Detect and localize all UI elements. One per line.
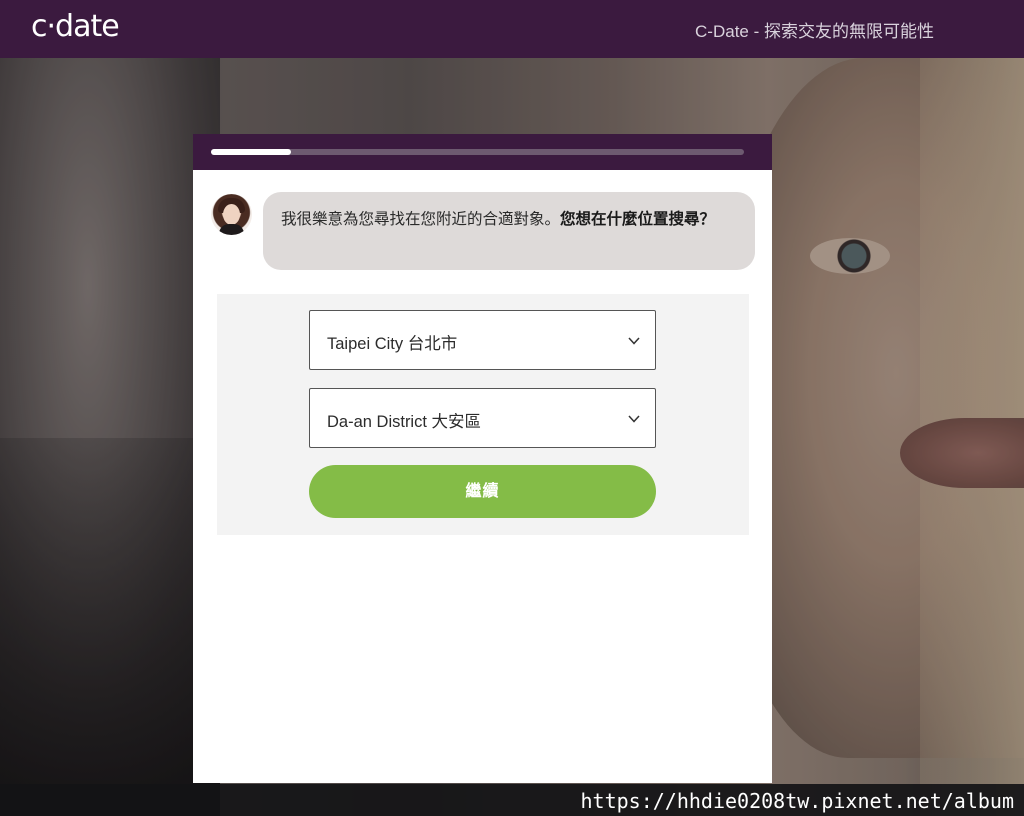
header-tagline: C-Date - 探索交友的無限可能性	[695, 22, 934, 41]
progress-bar	[211, 149, 744, 155]
chat-message-bubble: 我很樂意為您尋找在您附近的合適對象。您想在什麼位置搜尋？	[263, 192, 755, 270]
city-select[interactable]: Taipei City 台北市	[309, 310, 656, 370]
top-navbar: c·date C-Date - 探索交友的無限可能性	[0, 0, 1024, 58]
avatar-icon	[211, 194, 252, 235]
city-select-value: Taipei City 台北市	[327, 335, 458, 353]
location-wizard-dialog: 我很樂意為您尋找在您附近的合適對象。您想在什麼位置搜尋？ Taipei City…	[193, 134, 772, 783]
district-select-value: Da-an District 大安區	[327, 413, 482, 431]
chevron-down-icon	[628, 337, 640, 345]
location-form-panel: Taipei City 台北市 Da-an District 大安區 繼續	[217, 294, 749, 535]
continue-button[interactable]: 繼續	[309, 465, 656, 518]
dialog-header	[193, 134, 772, 170]
progress-bar-fill	[211, 149, 291, 155]
cdate-logo[interactable]: c·date	[31, 9, 120, 44]
watermark-url: https://hhdie0208tw.pixnet.net/album	[580, 789, 1014, 813]
district-select[interactable]: Da-an District 大安區	[309, 388, 656, 448]
chevron-down-icon	[628, 415, 640, 423]
chat-message-question: 您想在什麼位置搜尋？	[560, 211, 716, 228]
chat-message-text: 我很樂意為您尋找在您附近的合適對象。	[281, 211, 561, 228]
